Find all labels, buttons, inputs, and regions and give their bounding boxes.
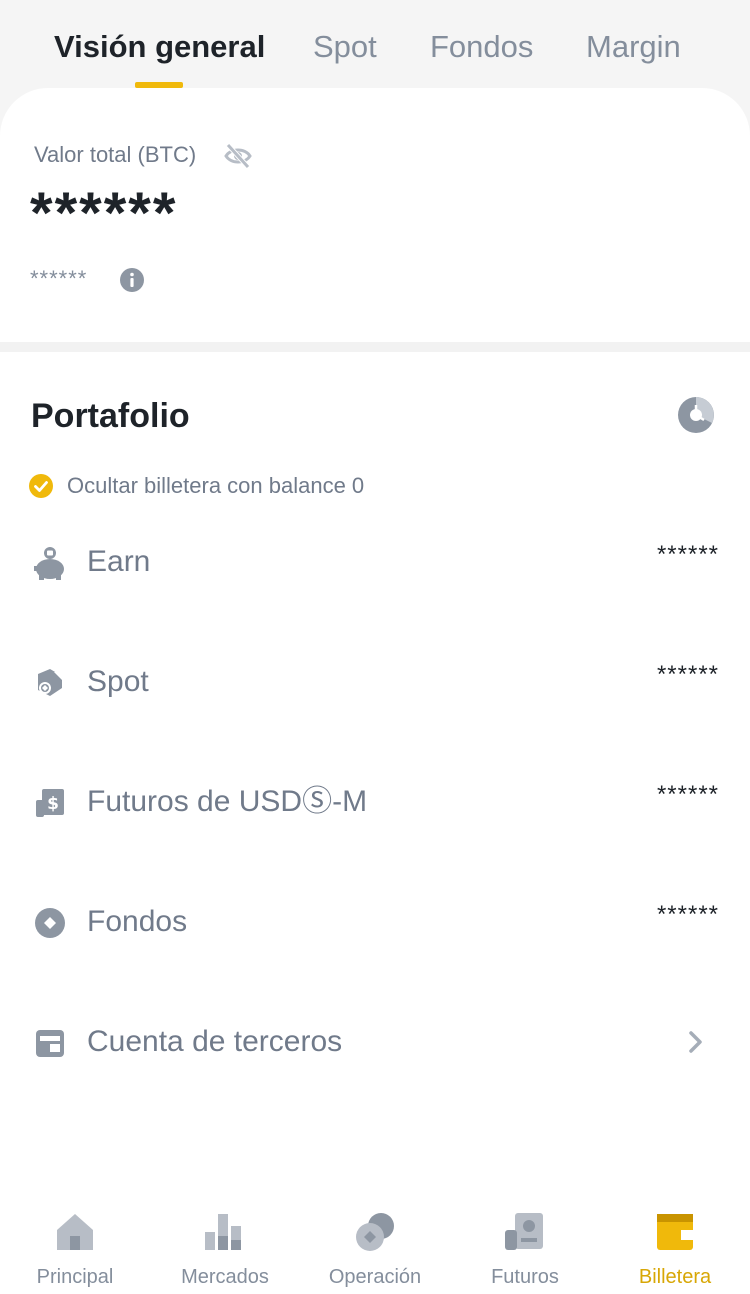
eye-off-icon[interactable] — [223, 142, 253, 170]
pie-chart-icon[interactable] — [677, 396, 715, 434]
section-divider — [0, 342, 750, 352]
home-icon — [57, 1214, 93, 1250]
nav-label-principal: Principal — [36, 1266, 114, 1288]
spot-icon — [38, 669, 62, 696]
nav-label-mercados: Mercados — [181, 1266, 269, 1288]
wallet-label-usd-futures: Futuros de USDⓈ-M — [87, 785, 368, 818]
wallet-row-funding[interactable]: Fondos ****** — [0, 862, 750, 982]
nav-item-futuros[interactable]: Futuros — [450, 1194, 600, 1294]
portfolio-title: Portafolio — [31, 397, 190, 435]
wallet-row-third-party[interactable]: Cuenta de terceros — [0, 982, 750, 1102]
funding-icon — [35, 908, 65, 938]
nav-label-billetera: Billetera — [638, 1266, 712, 1288]
wallet-value-funding: ****** — [656, 901, 719, 928]
markets-icon — [205, 1214, 241, 1250]
tab-spot[interactable]: Spot — [313, 24, 377, 70]
nav-item-principal[interactable]: Principal — [0, 1194, 150, 1294]
wallet-tabs: Visión general Spot Fondos Margin — [0, 0, 750, 88]
tab-vision-general[interactable]: Visión general — [54, 24, 265, 70]
wallet-label-third-party: Cuenta de terceros — [87, 1025, 343, 1058]
tab-margin[interactable]: Margin — [586, 24, 681, 70]
wallet-label-earn: Earn — [87, 545, 151, 578]
wallet-label-funding: Fondos — [87, 905, 188, 938]
piggy-bank-icon — [34, 547, 64, 580]
hide-zero-balance-label: Ocultar billetera con balance 0 — [67, 473, 365, 498]
nav-item-operacion[interactable]: Operación — [300, 1194, 450, 1294]
nav-item-mercados[interactable]: Mercados — [150, 1194, 300, 1294]
futures-icon — [505, 1213, 543, 1250]
nav-label-operacion: Operación — [328, 1266, 422, 1288]
nav-item-billetera[interactable]: Billetera — [600, 1194, 750, 1294]
bottom-navigation: Principal Mercados Operación Futuros Bil… — [0, 1194, 750, 1294]
checkbox-checked-icon[interactable] — [29, 474, 53, 498]
wallet-value-spot: ****** — [656, 661, 719, 688]
wallet-row-earn[interactable]: Earn ****** — [0, 502, 750, 622]
wallet-value-earn: ****** — [656, 541, 719, 568]
wallet-label-spot: Spot — [87, 665, 149, 698]
total-value-card: Valor total (BTC) ****** ****** — [0, 88, 750, 342]
wallet-row-usd-futures[interactable]: $ Futuros de USDⓈ-M ****** — [0, 742, 750, 862]
wallet-icon — [657, 1214, 693, 1250]
usd-futures-icon: $ — [36, 789, 64, 817]
third-party-account-icon — [36, 1030, 64, 1057]
svg-text:$: $ — [47, 794, 59, 814]
wallet-row-spot[interactable]: Spot ****** — [0, 622, 750, 742]
trade-icon — [356, 1213, 394, 1251]
nav-label-futuros: Futuros — [491, 1266, 559, 1288]
total-value-amount: ****** — [30, 181, 178, 246]
chevron-right-icon[interactable] — [686, 1029, 706, 1055]
total-value-fiat: ****** — [30, 266, 88, 291]
total-value-label: Valor total (BTC) — [34, 142, 197, 167]
tab-fondos[interactable]: Fondos — [430, 24, 533, 70]
info-icon[interactable] — [120, 268, 144, 292]
wallet-value-usd-futures: ****** — [656, 781, 719, 808]
portfolio-section: Portafolio Ocultar billetera con balance… — [0, 352, 750, 1294]
wallet-overview-screen: Visión general Spot Fondos Margin Valor … — [0, 0, 750, 1294]
